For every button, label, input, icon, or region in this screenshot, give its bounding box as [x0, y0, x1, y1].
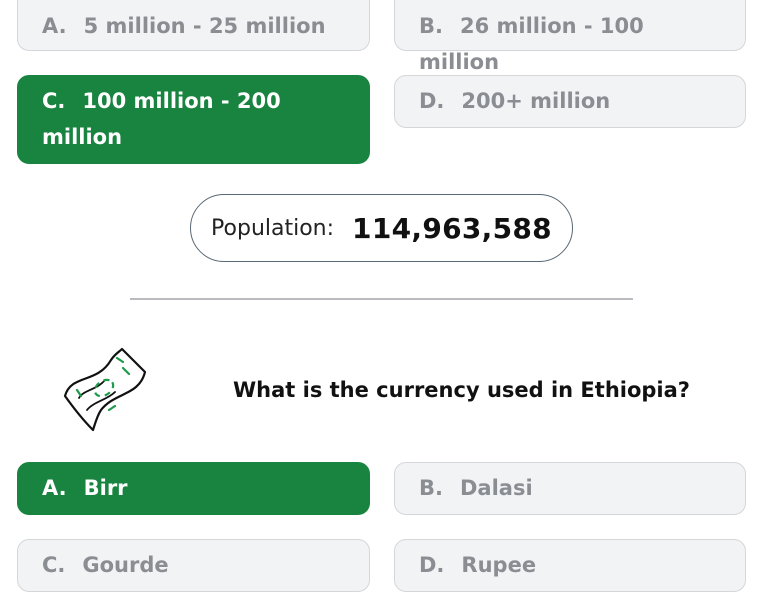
option-letter: B.	[419, 476, 443, 500]
option-d-200-plus-million[interactable]: D. 200+ million	[394, 75, 746, 128]
option-label: 26 million - 100 million	[419, 14, 644, 74]
option-label: Gourde	[82, 553, 169, 577]
option-letter: B.	[419, 14, 443, 38]
option-c-gourde[interactable]: C. Gourde	[17, 539, 370, 592]
option-letter: D.	[419, 89, 445, 113]
population-value: 114,963,588	[352, 211, 552, 245]
option-label: Dalasi	[459, 476, 533, 500]
option-c-100-200-million[interactable]: C. 100 million - 200 million	[17, 75, 370, 164]
option-label: 5 million - 25 million	[83, 14, 326, 38]
option-a-birr[interactable]: A. Birr	[17, 462, 370, 515]
option-label: 200+ million	[461, 89, 611, 113]
population-label: Population:	[211, 215, 335, 241]
option-letter: C.	[42, 553, 66, 577]
option-label: Birr	[83, 476, 128, 500]
option-letter: D.	[419, 553, 445, 577]
option-letter: A.	[42, 14, 67, 38]
population-answer-pill: Population: 114,963,588	[190, 194, 573, 262]
option-b-dalasi[interactable]: B. Dalasi	[394, 462, 746, 515]
option-d-rupee[interactable]: D. Rupee	[394, 539, 746, 592]
option-letter: A.	[42, 476, 67, 500]
option-a-5-25-million[interactable]: A. 5 million - 25 million	[17, 0, 370, 51]
option-label: Rupee	[461, 553, 537, 577]
option-letter: C.	[42, 89, 66, 113]
option-label: 100 million - 200 million	[42, 89, 281, 149]
money-icon	[63, 347, 147, 432]
section-divider	[130, 298, 633, 300]
question-text: What is the currency used in Ethiopia?	[233, 378, 690, 402]
option-b-26-100-million[interactable]: B. 26 million - 100 million	[394, 0, 746, 74]
